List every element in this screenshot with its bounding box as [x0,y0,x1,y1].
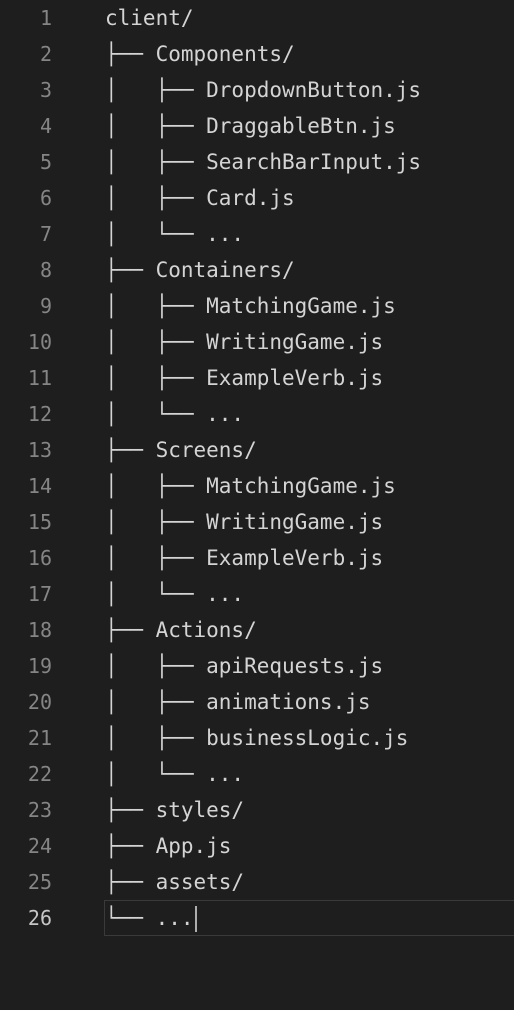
line-text[interactable]: │ └── ... [105,216,244,252]
line-text[interactable]: │ ├── businessLogic.js [105,720,408,756]
line-text[interactable]: │ └── ... [105,576,244,612]
editor-lines: 1 client/ 2 ├── Components/ 3 │ ├── Drop… [0,0,514,936]
line-number: 11 [27,366,52,390]
editor-line[interactable]: 24 ├── App.js [0,828,514,864]
line-text[interactable]: │ ├── animations.js [105,684,371,720]
editor-line[interactable]: 18 ├── Actions/ [0,612,514,648]
line-number: 12 [27,402,52,426]
editor-line[interactable]: 15 │ ├── WritingGame.js [0,504,514,540]
editor-line[interactable]: 20 │ ├── animations.js [0,684,514,720]
line-number: 23 [27,798,52,822]
line-text[interactable]: │ ├── WritingGame.js [105,504,383,540]
line-number: 25 [27,870,52,894]
line-text[interactable]: │ ├── WritingGame.js [105,324,383,360]
line-text[interactable]: ├── Screens/ [105,432,257,468]
text-cursor [194,906,197,932]
line-number: 13 [27,438,52,462]
editor-line[interactable]: 21 │ ├── businessLogic.js [0,720,514,756]
line-number: 15 [27,510,52,534]
line-number: 22 [27,762,52,786]
editor-line[interactable]: 12 │ └── ... [0,396,514,432]
line-number: 1 [39,6,52,30]
line-number: 16 [27,546,52,570]
editor-line[interactable]: 22 │ └── ... [0,756,514,792]
line-number: 4 [39,114,52,138]
line-text[interactable]: │ ├── ExampleVerb.js [105,540,383,576]
line-text[interactable]: │ ├── MatchingGame.js [105,468,396,504]
editor-line[interactable]: 10 │ ├── WritingGame.js [0,324,514,360]
line-text[interactable]: │ ├── apiRequests.js [105,648,383,684]
line-number: 9 [39,294,52,318]
line-number: 6 [39,186,52,210]
line-text[interactable]: │ └── ... [105,756,244,792]
editor-line[interactable]: 8 ├── Containers/ [0,252,514,288]
editor-line[interactable]: 4 │ ├── DraggableBtn.js [0,108,514,144]
line-number: 18 [27,618,52,642]
editor-line[interactable]: 6 │ ├── Card.js [0,180,514,216]
line-number: 8 [39,258,52,282]
line-text[interactable]: ├── Actions/ [105,612,257,648]
line-number: 19 [27,654,52,678]
editor-line-active[interactable]: 26 └── ... [0,900,514,936]
line-number-active: 26 [27,906,52,930]
line-text[interactable]: ├── Containers/ [105,252,295,288]
line-text[interactable]: ├── Components/ [105,36,295,72]
editor-line[interactable]: 19 │ ├── apiRequests.js [0,648,514,684]
line-text[interactable]: │ └── ... [105,396,244,432]
line-text[interactable]: │ ├── DraggableBtn.js [105,108,396,144]
line-text[interactable]: ├── assets/ [105,864,244,900]
line-number: 2 [39,42,52,66]
editor-line[interactable]: 9 │ ├── MatchingGame.js [0,288,514,324]
line-number: 3 [39,78,52,102]
line-text[interactable]: │ ├── DropdownButton.js [105,72,421,108]
editor-line[interactable]: 14 │ ├── MatchingGame.js [0,468,514,504]
line-text[interactable]: │ ├── ExampleVerb.js [105,360,383,396]
editor-line[interactable]: 7 │ └── ... [0,216,514,252]
editor-line[interactable]: 17 │ └── ... [0,576,514,612]
editor-line[interactable]: 3 │ ├── DropdownButton.js [0,72,514,108]
line-text[interactable]: ├── App.js [105,828,231,864]
line-text-active-content[interactable]: └── ... [105,906,194,930]
line-number: 10 [27,330,52,354]
editor-line[interactable]: 1 client/ [0,0,514,36]
editor-line[interactable]: 11 │ ├── ExampleVerb.js [0,360,514,396]
editor-line[interactable]: 23 ├── styles/ [0,792,514,828]
line-number: 20 [27,690,52,714]
editor-line[interactable]: 25 ├── assets/ [0,864,514,900]
line-text[interactable]: │ ├── Card.js [105,180,295,216]
line-text[interactable]: ├── styles/ [105,792,244,828]
line-text[interactable]: client/ [105,0,194,36]
line-number: 7 [39,222,52,246]
line-number: 24 [27,834,52,858]
editor-line[interactable]: 2 ├── Components/ [0,36,514,72]
line-number: 21 [27,726,52,750]
editor-line[interactable]: 13 ├── Screens/ [0,432,514,468]
line-number: 5 [39,150,52,174]
line-number: 17 [27,582,52,606]
line-number: 14 [27,474,52,498]
editor-line[interactable]: 5 │ ├── SearchBarInput.js [0,144,514,180]
code-editor[interactable]: 1 client/ 2 ├── Components/ 3 │ ├── Drop… [0,0,514,1010]
editor-line[interactable]: 16 │ ├── ExampleVerb.js [0,540,514,576]
line-text[interactable]: │ ├── MatchingGame.js [105,288,396,324]
line-text[interactable]: │ ├── SearchBarInput.js [105,144,421,180]
line-text-active[interactable]: └── ... [105,900,197,936]
